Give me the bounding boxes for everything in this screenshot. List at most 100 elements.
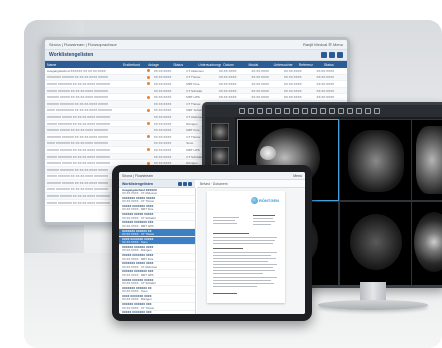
export-icon[interactable] xyxy=(356,108,362,114)
pan-icon[interactable] xyxy=(239,108,245,114)
viewer-pane-coronal[interactable] xyxy=(411,119,442,201)
angle-icon[interactable] xyxy=(293,108,299,114)
flip-icon[interactable] xyxy=(275,108,281,114)
reset-icon[interactable] xyxy=(320,108,326,114)
list-item[interactable]: Ausgangsbefund XXXXXX XX.XX.XXXX · CT Abd… xyxy=(119,188,195,197)
list-item[interactable]: XXXX XXXXXXX XXXX XX.XX.XXXX · Röntgen xyxy=(119,294,195,303)
filter-icon[interactable] xyxy=(321,52,327,58)
report-document[interactable]: RÖNTGEN xyxy=(207,191,285,303)
list-item[interactable]: XXXXXX XXXXXXX XXX XX.XX.XXXX · MRT LWS xyxy=(119,221,195,229)
column-header[interactable]: Name xyxy=(45,63,121,67)
settings-icon[interactable] xyxy=(188,181,192,186)
more-icon[interactable] xyxy=(374,108,380,114)
row-date: XX.XX.XXXX xyxy=(153,108,172,113)
mri-coronal-image xyxy=(416,126,442,194)
print-icon[interactable] xyxy=(365,108,371,114)
viewer-pane-6[interactable] xyxy=(411,201,442,285)
series-thumbnail[interactable] xyxy=(211,147,229,165)
column-header[interactable]: Anlage xyxy=(146,63,171,67)
list-item[interactable]: XXXX XXXXXXX XXXXX XX.XX.XXXX · Sono xyxy=(119,237,195,246)
row-date: XX.XX.XXXX xyxy=(153,88,172,93)
column-header[interactable]: Untersuchungs-bereich xyxy=(196,63,221,67)
window-level-icon[interactable] xyxy=(257,108,263,114)
cine-icon[interactable] xyxy=(329,108,335,114)
row-patient-name: XXXXXXX XXXXXX XX XX.XX.XXXX XXXXX xyxy=(47,134,109,139)
row-date: XX.XX.XXXX xyxy=(153,128,172,133)
tablet-list-header: Worklistengelisten xyxy=(119,180,195,188)
tablet-worklist: Ausgangsbefund XXXXXX XX.XX.XXXX · CT Abd… xyxy=(119,188,196,314)
list-item-subtitle: XX.XX.XXXX · CT Thorax xyxy=(122,305,155,310)
column-header[interactable]: Status xyxy=(171,63,196,67)
column-header[interactable]: Untersucher xyxy=(272,63,297,67)
list-item-subtitle: XX.XX.XXXX · Röntgen xyxy=(122,297,152,302)
list-item[interactable]: XXXXXX XXXXXX XXX XX.XX.XXXX · CT Thorax xyxy=(119,303,195,311)
document-text-line xyxy=(213,270,275,272)
clinic-logo: RÖNTGEN xyxy=(250,197,279,204)
clinic-logo-text: RÖNTGEN xyxy=(259,198,279,203)
mri-slice-image xyxy=(414,212,442,272)
column-header[interactable]: Modal. xyxy=(247,63,272,67)
document-text-line xyxy=(253,215,275,217)
invert-icon[interactable] xyxy=(347,108,353,114)
worklist-table-header: NameErstbefundAnlageStatusUntersuchungs-… xyxy=(45,61,347,68)
series-thumbnail[interactable] xyxy=(211,123,229,141)
column-header[interactable]: Erstbefund xyxy=(121,63,146,67)
row-patient-name: XXXXXXX XXXXX XX XX.XX.XXXX XXXXXXX xyxy=(47,114,111,119)
settings-icon[interactable] xyxy=(337,52,343,58)
layout-icon[interactable] xyxy=(311,108,317,114)
row-cell: XX.XX.XXXX xyxy=(251,75,270,80)
row-date: XX.XX.XXXX xyxy=(153,141,172,146)
document-text-line xyxy=(213,277,277,279)
annotate-icon[interactable] xyxy=(302,108,308,114)
viewer-toolbar xyxy=(205,105,442,117)
mri-slice-image xyxy=(350,214,402,270)
table-row[interactable]: XXXXX XXXXXX XX XX.XX.XXXX XXXXXXX XX.XX.… xyxy=(45,87,347,95)
filter-icon[interactable] xyxy=(178,181,182,186)
table-row[interactable]: XXXXXXX XXXXXX XX XX.XX.XXXX XXXXX XX.XX.… xyxy=(45,74,347,82)
worklist-user-menu[interactable]: Ranjit Medcal ☰ Menu xyxy=(303,42,343,47)
list-item[interactable]: XXXXX XXXXXX XXXXX XX.XX.XXXX · CT Schäde… xyxy=(119,278,195,287)
measure-icon[interactable] xyxy=(284,108,290,114)
list-item[interactable]: XXXXXX XXXXX XXXXX XX.XX.XXXX · CT Schäde… xyxy=(119,213,195,221)
table-row[interactable]: Ausgangsbefund XXXXXX XX XX.XX.XXXX XX.XX… xyxy=(45,68,347,75)
document-text-line xyxy=(213,258,276,260)
row-patient-name: XXXXXX XXXXX XX XX.XX.XXXX XXXXXXX xyxy=(47,128,109,133)
status-dot-icon xyxy=(145,108,152,112)
list-item[interactable]: XXXXXX XXXXXXX XXX XX.XX.XXXX · MRT LWS xyxy=(119,270,195,279)
row-cell: XX.XX.XXXX xyxy=(283,75,302,80)
list-item[interactable]: XXXXXXX XXXXXX XX XX.XX.XXXX · Sono xyxy=(119,286,195,295)
list-item[interactable]: XXXXXXX XXXXX XXXX XX.XX.XXXX · CT Abdome… xyxy=(119,262,195,270)
row-date: XX.XX.XXXX xyxy=(153,147,172,152)
list-item[interactable]: XXXXX XXXXXXX XXXXX.XX.XXXX · MRT Knie xyxy=(119,311,195,314)
zoom-icon[interactable] xyxy=(248,108,254,114)
list-item-subtitle: XX.XX.XXXX · CT Thorax xyxy=(122,199,155,204)
viewer-pane-5[interactable] xyxy=(339,201,413,285)
document-text-line xyxy=(213,280,271,282)
list-item-subtitle: XX.XX.XXXX · CT Schädel xyxy=(122,215,156,220)
row-date: XX.XX.XXXX xyxy=(153,134,172,139)
list-item[interactable]: XXXXX XXXXXXX XXXX XX.XX.XXXX · MRT Knie xyxy=(119,254,195,262)
rotate-icon[interactable] xyxy=(266,108,272,114)
list-item-subtitle: XX.XX.XXXX · CT Thorax xyxy=(122,231,155,236)
row-date: XX.XX.XXXX xyxy=(153,114,172,119)
table-row[interactable]: XXXXX XXXXXXX XX XX.XX.XXXX XXXXXXX XX.XX… xyxy=(45,81,347,88)
row-cell: XX.XX.XXXX xyxy=(316,81,335,86)
tablet-menu-button[interactable]: Menu xyxy=(293,174,302,178)
column-header[interactable]: Referenz xyxy=(297,63,322,67)
refresh-icon[interactable] xyxy=(183,181,187,186)
column-header[interactable]: Status xyxy=(322,63,347,67)
list-item[interactable]: XXXXXXX XXXXX XXXXX XX.XX.XXXX · CT Thora… xyxy=(119,196,195,205)
viewer-pane-sagittal[interactable] xyxy=(339,119,413,201)
row-patient-name: XXXXX XXXXXXX XX XX.XX.XXXX XXXXXXX xyxy=(47,154,111,159)
table-row[interactable]: XXXXXX XXXXX XX XX.XX.XXXX XXXXXXX XX.XX.… xyxy=(45,94,347,101)
list-item-subtitle: XX.XX.XXXX · MRT LWS xyxy=(122,223,154,228)
mri-sagittal-image xyxy=(348,130,404,192)
refresh-icon[interactable] xyxy=(329,52,335,58)
crosshair-icon[interactable] xyxy=(338,108,344,114)
list-item[interactable]: XXXXX XXXXXXX XXXX XX.XX.XXXX · MRT Knie xyxy=(119,204,195,213)
row-cell: XX.XX.XXXX xyxy=(251,88,270,93)
list-item[interactable]: XXXXXX XXXXXX XXXX XX.XX.XXXX · Röntgen xyxy=(119,245,195,254)
row-patient-name: XXXXXXX XXXXXX XX XX.XX.XXXX XXXXX xyxy=(47,75,109,80)
column-header[interactable]: Datum xyxy=(221,63,246,67)
list-item[interactable]: XXXXXXX XXXXXX XX XX.XX.XXXX · CT Thorax xyxy=(119,228,195,238)
